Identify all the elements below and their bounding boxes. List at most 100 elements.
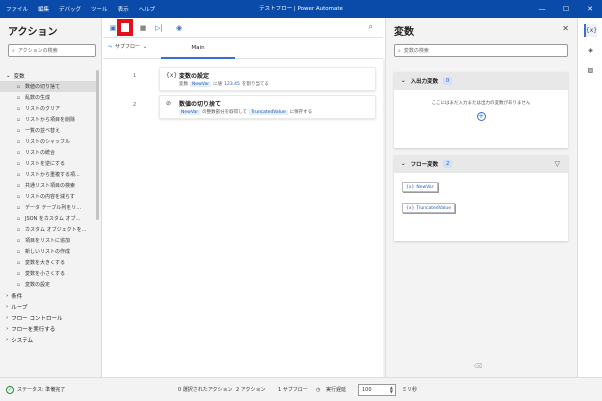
flow-variable-item[interactable]: {x} NewVar [402,182,438,192]
next-step-icon[interactable]: ▷| [153,22,165,34]
filter-icon[interactable]: ▽ [555,160,560,168]
action-item[interactable]: ▫ リストのクリア [0,103,96,114]
action-item[interactable]: ▫ リストを逆にする [0,158,96,169]
tab-main[interactable]: Main [161,38,235,59]
run-delay-input[interactable]: 100 ▲ ▼ [358,384,396,396]
increase-icon: ▫ [16,259,21,266]
dedupe-icon: ▫ [16,171,21,178]
flow-variable-item[interactable]: {x} TruncatedValue [402,203,456,213]
variable-icon: {x} [166,72,178,79]
action-item-label: リストのシャッフル [25,139,71,145]
subflow-dropdown[interactable]: ⤳ サブフロー ⌄ [108,43,147,51]
count-badge: 0 [443,77,453,85]
action-item[interactable]: ▫ 数値の切り捨て [0,81,96,92]
record-icon[interactable]: ◉ [173,22,185,34]
category-variables[interactable]: ⌄ 変数 [0,70,96,81]
chevron-down-icon: ⌄ [401,161,406,167]
action-item-label: リストから項目を削除 [25,117,76,123]
ui-elements-icon[interactable]: ◈ [584,44,597,57]
action-item-label: JSON をカスタム オブ... [25,216,81,222]
common-icon: ▫ [16,182,21,189]
dice-icon: ▫ [16,94,21,101]
maximize-icon[interactable]: ☐ [554,0,578,18]
variables-title: 変数 [394,27,414,38]
action-item[interactable]: ▫ カスタム オブジェクトを... [0,224,96,235]
action-item[interactable]: ▫ 変数の設定 [0,279,96,290]
close-icon[interactable]: ✕ [578,0,602,18]
action-item[interactable]: ▫ JSON をカスタム オブ... [0,213,96,224]
actions-title: アクション [8,27,58,38]
step-truncate-number[interactable]: ⊘ 数値の切り捨て NewVar の整数部分を取得して TruncatedVal… [159,95,376,119]
action-category[interactable]: › 条件 [0,290,96,301]
action-item[interactable]: ▫ リストから重複する項... [0,169,96,180]
actions-scrollbar[interactable] [96,70,99,220]
close-icon[interactable]: ✕ [562,24,569,33]
merge-icon: ▫ [16,149,21,156]
eraser-icon[interactable]: ⌫ [474,363,482,370]
action-category[interactable]: › フロー コントロール [0,312,96,323]
sort-icon: ▫ [16,127,21,134]
action-item[interactable]: ▫ リストのシャッフル [0,136,96,147]
step-title: 数値の切り捨て [179,101,222,108]
step-desc-text: を割り当てる [241,82,269,87]
empty-message: ここにはまだ入力または出力の変数がありません [431,101,531,106]
variable-icon: {x} [406,205,415,211]
chevron-right-icon: › [6,336,9,343]
action-item[interactable]: ▫ 新しいリストの作成 [0,246,96,257]
menu-tools[interactable]: ツール [91,5,108,13]
menu-edit[interactable]: 編集 [38,5,49,13]
actions-search-input[interactable]: ⌕ アクションの検索 [8,44,96,57]
variable-icon: {x} [406,184,415,190]
action-item[interactable]: ▫ 変数を小さくする [0,268,96,279]
run-button[interactable] [117,19,133,36]
variables-rail-icon[interactable]: {x} [584,24,597,37]
minimize-icon[interactable]: — [530,0,554,18]
step-set-variable[interactable]: {x} 変数の設定 変数 NewVar に値 123.45 を割り当てる [159,67,376,91]
variables-search-input[interactable]: ⌕ 変数の検索 [394,44,568,57]
action-item[interactable]: ▫ 共通リスト項目の検索 [0,180,96,191]
step-number: 1 [133,73,137,79]
editor-toolbar: ▣ ■ ▷| ◉ ⌕ [103,18,383,38]
action-category[interactable]: › フローを実行する [0,323,96,334]
action-category[interactable]: › ループ [0,301,96,312]
action-item[interactable]: ▫ 一覧の並べ替え [0,125,96,136]
spinner-icon[interactable]: ▲ ▼ [390,386,393,394]
io-variables-header[interactable]: ⌄ 入出力変数 0 [394,72,568,90]
count-badge: 2 [443,160,453,168]
list-remove-icon: ▫ [16,116,21,123]
chevron-right-icon: › [6,303,9,310]
action-item-label: リストを逆にする [25,161,66,167]
flow-canvas: 1 {x} 変数の設定 変数 NewVar に値 123.45 を割り当てる 2… [103,59,386,377]
flow-search-icon[interactable]: ⌕ [369,22,373,32]
menu-debug[interactable]: デバッグ [59,5,81,13]
action-item-label: 変数を大きくする [25,260,66,266]
action-item[interactable]: ▫ データ テーブル列をリ... [0,202,96,213]
subflow-count: 1 サブフロー [278,387,308,393]
add-variable-icon[interactable]: + [476,112,486,121]
action-item-label: 一覧の並べ替え [25,128,61,134]
actions-search-placeholder: アクションの検索 [17,48,58,54]
images-icon[interactable]: ▨ [584,64,597,77]
action-item[interactable]: ▫ 変数を大きくする [0,257,96,268]
step-number: 2 [133,102,137,108]
stop-icon[interactable]: ■ [137,22,149,34]
menu-help[interactable]: ヘルプ [139,5,156,13]
action-item[interactable]: ▫ リストから項目を削除 [0,114,96,125]
run-icon [121,23,129,32]
window-controls: — ☐ ✕ [530,0,602,18]
action-item[interactable]: ▫ リストの内容を減らす [0,191,96,202]
add-list-icon: ▫ [16,237,21,244]
action-category-label: フローを実行する [11,326,56,333]
action-category[interactable]: › システム [0,334,96,345]
flow-variables-header[interactable]: ⌄ フロー変数 2 [394,155,568,173]
action-category-label: 条件 [11,293,23,300]
action-item[interactable]: ▫ 項目をリストに追加 [0,235,96,246]
variable-name: TruncatedValue [416,205,452,211]
action-item-label: リストの統合 [25,150,56,156]
title-bar: ファイル 編集 デバッグ ツール 表示 ヘルプ テストフロー | Power A… [0,0,602,18]
action-item[interactable]: ▫ リストの統合 [0,147,96,158]
menu-bar: ファイル 編集 デバッグ ツール 表示 ヘルプ [6,0,155,18]
menu-view[interactable]: 表示 [118,5,129,13]
menu-file[interactable]: ファイル [6,5,28,13]
action-item[interactable]: ▫ 乱数の生成 [0,92,96,103]
